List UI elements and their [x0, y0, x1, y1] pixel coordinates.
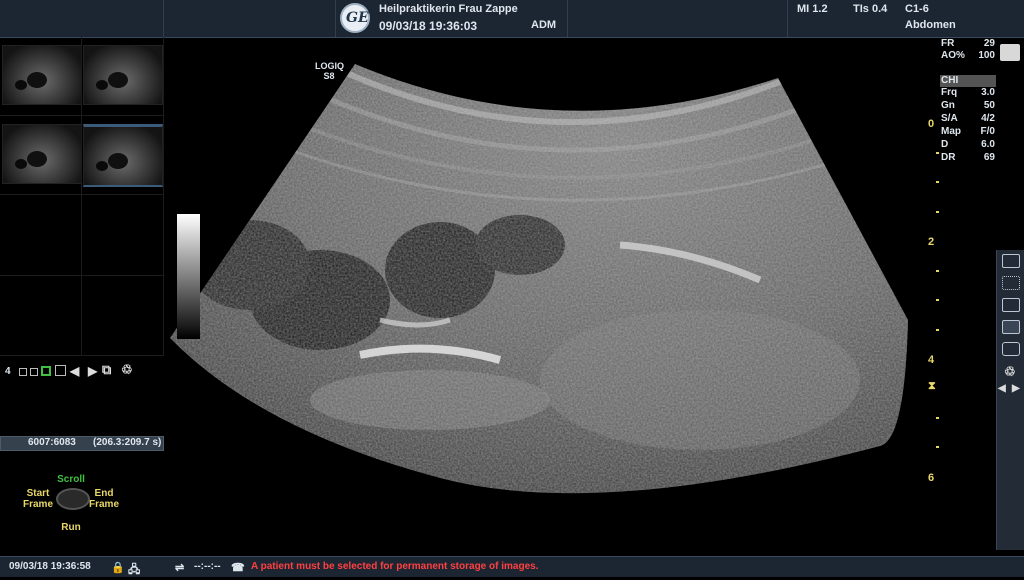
scan-sector [170, 64, 908, 494]
grayscale-map-bar [177, 214, 200, 339]
depth-tick [936, 152, 939, 154]
usb-icon: ⇌ [175, 562, 185, 574]
param-sa: S/A 4/2 [941, 113, 995, 124]
status-datetime: 09/03/18 19:36:58 [9, 561, 91, 572]
param-fr: FR 29 [941, 38, 995, 49]
status-timer: --:--:-- [194, 561, 221, 572]
param-frq: Frq 3.0 [941, 87, 995, 98]
param-dr: DR 69 [941, 152, 995, 163]
depth-label-6: 6 [928, 472, 935, 484]
param-ao: AO% 100 [941, 50, 995, 61]
document-icon[interactable] [1002, 320, 1020, 334]
grid-layout-icon[interactable] [1002, 298, 1020, 312]
menu-square-button[interactable] [1000, 44, 1020, 61]
depth-tick [936, 181, 939, 183]
scroll-right-icon[interactable]: ▶ [1012, 383, 1020, 394]
image-capture-icon[interactable] [1002, 342, 1020, 356]
report-table-icon[interactable] [1002, 276, 1020, 290]
depth-tick [936, 211, 939, 213]
depth-tick [936, 329, 939, 331]
focal-zone-icon[interactable]: ⧗ [928, 380, 936, 393]
lock-icon: 🔒 [111, 562, 125, 574]
ultrasound-image[interactable] [0, 0, 1024, 576]
right-tool-strip: ♲ ◀ ▶ [996, 250, 1024, 550]
probe-label: LOGIQ S8 [315, 61, 344, 81]
param-gn: Gn 50 [941, 100, 995, 111]
depth-label-0: 0 [928, 118, 935, 130]
status-bar: 09/03/18 19:36:58 🔒 🖧 ⇌ --:--:-- ☎ A pat… [0, 556, 1024, 577]
depth-tick [936, 270, 939, 272]
status-message: A patient must be selected for permanent… [251, 561, 539, 572]
depth-tick [936, 417, 939, 419]
network-disconnected-icon: 🖧 [128, 564, 141, 576]
monitor-icon[interactable] [1002, 254, 1020, 268]
param-d: D 6.0 [941, 139, 995, 150]
depth-label-4: 4 [928, 354, 935, 366]
mode-chi-label: CHI [941, 75, 959, 86]
param-map: Map F/0 [941, 126, 995, 137]
phone-icon: ☎ [231, 562, 245, 574]
delete-image-icon[interactable]: ♲ [1004, 364, 1016, 380]
depth-label-2: 2 [928, 236, 935, 248]
scroll-left-icon[interactable]: ◀ [998, 383, 1006, 394]
depth-tick [936, 299, 939, 301]
depth-tick [936, 446, 939, 448]
